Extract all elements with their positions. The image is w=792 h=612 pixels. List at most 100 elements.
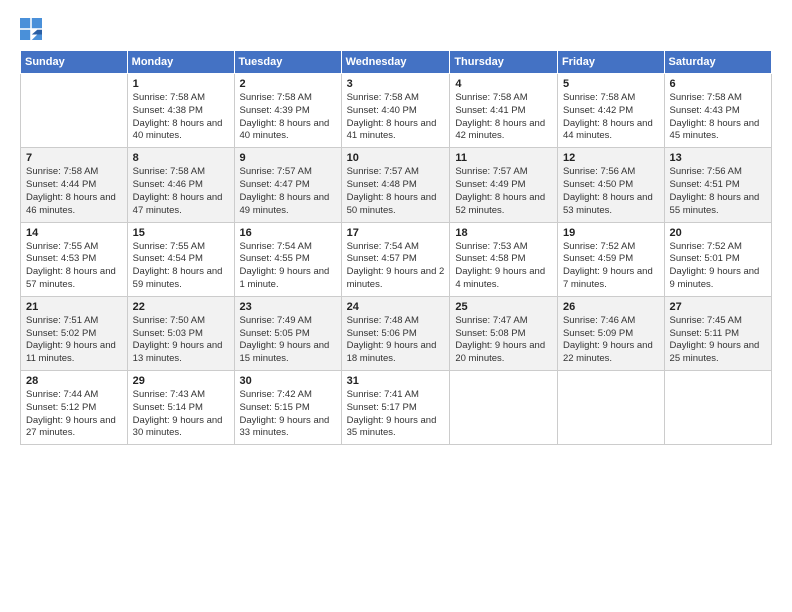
day-cell: 4 Sunrise: 7:58 AM Sunset: 4:41 PM Daylig… — [450, 74, 558, 148]
day-cell: 8 Sunrise: 7:58 AM Sunset: 4:46 PM Daylig… — [127, 148, 234, 222]
day-detail: Sunrise: 7:47 AM Sunset: 5:08 PM Dayligh… — [455, 315, 552, 366]
day-detail: Sunrise: 7:56 AM Sunset: 4:50 PM Dayligh… — [563, 166, 659, 217]
day-detail: Sunrise: 7:52 AM Sunset: 5:01 PM Dayligh… — [670, 241, 766, 292]
day-cell: 28Sunrise: 7:44 AM Sunset: 5:12 PM Dayli… — [21, 371, 128, 445]
day-cell: 13Sunrise: 7:56 AM Sunset: 4:51 PM Dayli… — [664, 148, 771, 222]
day-cell: 3Sunrise: 7:58 AM Sunset: 4:40 PM Daylig… — [341, 74, 450, 148]
day-detail: Sunrise: 7:55 AM Sunset: 4:54 PM Dayligh… — [133, 241, 229, 292]
logo — [20, 18, 46, 40]
day-detail: Sunrise: 7:57 AM Sunset: 4:49 PM Dayligh… — [455, 166, 552, 217]
day-number: 27 — [670, 301, 766, 313]
day-number: 9 — [240, 152, 336, 164]
day-detail: Sunrise: 7:55 AM Sunset: 4:53 PM Dayligh… — [26, 241, 122, 292]
day-cell: 31 Sunrise: 7:41 AM Sunset: 5:17 PM Dayli… — [341, 371, 450, 445]
day-cell — [664, 371, 771, 445]
day-number: 4 — [455, 78, 552, 90]
day-detail: Sunrise: 7:58 AM Sunset: 4:38 PM Dayligh… — [133, 92, 229, 143]
day-number: 17 — [347, 227, 445, 239]
day-detail: Sunrise: 7:58 AM Sunset: 4:39 PM Dayligh… — [240, 92, 336, 143]
day-number: 26 — [563, 301, 659, 313]
weekday-header: Saturday — [664, 51, 771, 74]
weekday-header: Thursday — [450, 51, 558, 74]
day-number: 29 — [133, 375, 229, 387]
day-number: 7 — [26, 152, 122, 164]
day-detail: Sunrise: 7:58 AM Sunset: 4:46 PM Dayligh… — [133, 166, 229, 217]
calendar-header: SundayMondayTuesdayWednesdayThursdayFrid… — [21, 51, 772, 74]
logo-icon — [20, 18, 42, 40]
day-detail: Sunrise: 7:52 AM Sunset: 4:59 PM Dayligh… — [563, 241, 659, 292]
day-cell: 29 Sunrise: 7:43 AM Sunset: 5:14 PM Dayli… — [127, 371, 234, 445]
day-detail: Sunrise: 7:41 AM Sunset: 5:17 PM Dayligh… — [347, 389, 445, 440]
day-detail: Sunrise: 7:58 AM Sunset: 4:42 PM Dayligh… — [563, 92, 659, 143]
day-number: 14 — [26, 227, 122, 239]
day-number: 24 — [347, 301, 445, 313]
day-cell: 20 Sunrise: 7:52 AM Sunset: 5:01 PM Dayli… — [664, 222, 771, 296]
day-number: 3 — [347, 78, 445, 90]
week-row: 28Sunrise: 7:44 AM Sunset: 5:12 PM Dayli… — [21, 371, 772, 445]
day-cell: 6 Sunrise: 7:58 AM Sunset: 4:43 PM Daylig… — [664, 74, 771, 148]
page: SundayMondayTuesdayWednesdayThursdayFrid… — [0, 0, 792, 612]
day-cell: 21Sunrise: 7:51 AM Sunset: 5:02 PM Dayli… — [21, 296, 128, 370]
day-number: 16 — [240, 227, 336, 239]
header — [20, 18, 772, 40]
day-cell: 14 Sunrise: 7:55 AM Sunset: 4:53 PM Dayli… — [21, 222, 128, 296]
day-number: 12 — [563, 152, 659, 164]
weekday-row: SundayMondayTuesdayWednesdayThursdayFrid… — [21, 51, 772, 74]
day-cell: 9 Sunrise: 7:57 AM Sunset: 4:47 PM Daylig… — [234, 148, 341, 222]
weekday-header: Wednesday — [341, 51, 450, 74]
day-number: 10 — [347, 152, 445, 164]
day-number: 20 — [670, 227, 766, 239]
weekday-header: Sunday — [21, 51, 128, 74]
day-number: 8 — [133, 152, 229, 164]
week-row: 1Sunrise: 7:58 AM Sunset: 4:38 PM Daylig… — [21, 74, 772, 148]
day-cell: 23Sunrise: 7:49 AM Sunset: 5:05 PM Dayli… — [234, 296, 341, 370]
day-number: 19 — [563, 227, 659, 239]
weekday-header: Monday — [127, 51, 234, 74]
day-cell: 17 Sunrise: 7:54 AM Sunset: 4:57 PM Dayli… — [341, 222, 450, 296]
day-cell: 22 Sunrise: 7:50 AM Sunset: 5:03 PM Dayli… — [127, 296, 234, 370]
day-number: 21 — [26, 301, 122, 313]
day-cell: 26 Sunrise: 7:46 AM Sunset: 5:09 PM Dayli… — [557, 296, 664, 370]
day-detail: Sunrise: 7:57 AM Sunset: 4:48 PM Dayligh… — [347, 166, 445, 217]
day-detail: Sunrise: 7:54 AM Sunset: 4:55 PM Dayligh… — [240, 241, 336, 292]
day-detail: Sunrise: 7:58 AM Sunset: 4:41 PM Dayligh… — [455, 92, 552, 143]
day-cell — [21, 74, 128, 148]
day-cell: 27 Sunrise: 7:45 AM Sunset: 5:11 PM Dayli… — [664, 296, 771, 370]
day-detail: Sunrise: 7:58 AM Sunset: 4:43 PM Dayligh… — [670, 92, 766, 143]
day-cell: 5Sunrise: 7:58 AM Sunset: 4:42 PM Daylig… — [557, 74, 664, 148]
day-detail: Sunrise: 7:43 AM Sunset: 5:14 PM Dayligh… — [133, 389, 229, 440]
day-number: 13 — [670, 152, 766, 164]
day-number: 6 — [670, 78, 766, 90]
day-cell: 24 Sunrise: 7:48 AM Sunset: 5:06 PM Dayli… — [341, 296, 450, 370]
day-number: 22 — [133, 301, 229, 313]
day-detail: Sunrise: 7:42 AM Sunset: 5:15 PM Dayligh… — [240, 389, 336, 440]
week-row: 7 Sunrise: 7:58 AM Sunset: 4:44 PM Daylig… — [21, 148, 772, 222]
day-number: 18 — [455, 227, 552, 239]
day-cell: 7 Sunrise: 7:58 AM Sunset: 4:44 PM Daylig… — [21, 148, 128, 222]
day-detail: Sunrise: 7:50 AM Sunset: 5:03 PM Dayligh… — [133, 315, 229, 366]
calendar-body: 1Sunrise: 7:58 AM Sunset: 4:38 PM Daylig… — [21, 74, 772, 445]
day-cell: 19 Sunrise: 7:52 AM Sunset: 4:59 PM Dayli… — [557, 222, 664, 296]
week-row: 21Sunrise: 7:51 AM Sunset: 5:02 PM Dayli… — [21, 296, 772, 370]
day-cell: 16 Sunrise: 7:54 AM Sunset: 4:55 PM Dayli… — [234, 222, 341, 296]
day-detail: Sunrise: 7:46 AM Sunset: 5:09 PM Dayligh… — [563, 315, 659, 366]
day-detail: Sunrise: 7:48 AM Sunset: 5:06 PM Dayligh… — [347, 315, 445, 366]
day-cell: 30Sunrise: 7:42 AM Sunset: 5:15 PM Dayli… — [234, 371, 341, 445]
day-cell: 11 Sunrise: 7:57 AM Sunset: 4:49 PM Dayli… — [450, 148, 558, 222]
day-cell: 12 Sunrise: 7:56 AM Sunset: 4:50 PM Dayli… — [557, 148, 664, 222]
day-detail: Sunrise: 7:57 AM Sunset: 4:47 PM Dayligh… — [240, 166, 336, 217]
day-number: 31 — [347, 375, 445, 387]
day-cell — [557, 371, 664, 445]
day-cell: 2Sunrise: 7:58 AM Sunset: 4:39 PM Daylig… — [234, 74, 341, 148]
day-number: 28 — [26, 375, 122, 387]
day-number: 23 — [240, 301, 336, 313]
day-number: 11 — [455, 152, 552, 164]
day-detail: Sunrise: 7:45 AM Sunset: 5:11 PM Dayligh… — [670, 315, 766, 366]
day-number: 25 — [455, 301, 552, 313]
day-detail: Sunrise: 7:58 AM Sunset: 4:44 PM Dayligh… — [26, 166, 122, 217]
day-detail: Sunrise: 7:54 AM Sunset: 4:57 PM Dayligh… — [347, 241, 445, 292]
day-cell: 15Sunrise: 7:55 AM Sunset: 4:54 PM Dayli… — [127, 222, 234, 296]
day-cell: 25 Sunrise: 7:47 AM Sunset: 5:08 PM Dayli… — [450, 296, 558, 370]
day-cell — [450, 371, 558, 445]
day-cell: 10 Sunrise: 7:57 AM Sunset: 4:48 PM Dayli… — [341, 148, 450, 222]
